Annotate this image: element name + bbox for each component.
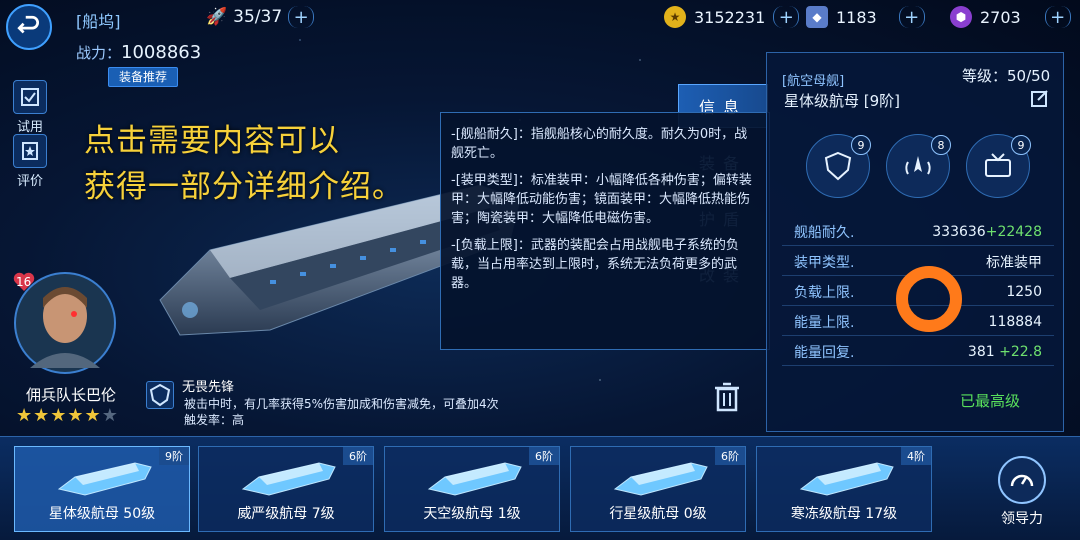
gold-value: 3152231 [694, 7, 766, 27]
stat-value: 333636 [932, 223, 986, 240]
fleet-tier: 6阶 [343, 447, 373, 465]
fleet-tier: 9阶 [159, 447, 189, 465]
stars-empty: ★ [101, 405, 119, 426]
add-crystal-button[interactable]: + [898, 6, 925, 28]
fleet-card[interactable]: 6阶行星级航母 0级 [570, 446, 746, 532]
fleet-ship-name: 寒冻级航母 17级 [790, 506, 898, 522]
leadership-label: 领导力 [1001, 511, 1043, 527]
checkbox-icon [13, 80, 47, 114]
captain-skill-name: 无畏先锋 [182, 380, 235, 395]
fleet-ship-name: 天空级航母 1级 [423, 506, 521, 522]
add-ship-slot-button[interactable]: + [288, 6, 315, 28]
skill-tv[interactable]: 9 [966, 134, 1031, 198]
trial-button[interactable]: 试用 [8, 80, 52, 135]
info-tooltip: -[舰船耐久]：指舰船核心的耐久度。耐久为0时，战舰死亡。 -[装甲类型]：标准… [440, 112, 770, 350]
captain-skill-rate: 触发率：高 [184, 413, 245, 427]
stars-filled: ★★★★★ [16, 405, 102, 426]
trash-icon[interactable] [712, 380, 742, 412]
power-display: 战力：1008863 [76, 42, 201, 63]
skill-badge: 8 [931, 135, 951, 155]
speedometer-icon [998, 456, 1046, 504]
captain-skill-desc: 被击中时，有几率获得5%伤害加成和伤害减免，可叠加4次 [184, 397, 499, 411]
rocket-icon: 🚀 [206, 7, 228, 27]
stat-key: 舰船耐久. [794, 224, 855, 241]
stat-value: 118884 [988, 313, 1042, 330]
back-button[interactable] [6, 4, 52, 50]
fleet-ship-name: 行星级航母 0级 [609, 506, 707, 522]
gem-icon: ⬢ [950, 6, 972, 28]
fleet-ship-name: 星体级航母 50级 [48, 506, 156, 522]
tutorial-line-1: 点击需要内容可以 [84, 123, 340, 159]
gold-coin-icon: ★ [664, 6, 686, 28]
add-gem-button[interactable]: + [1044, 6, 1071, 28]
stat-value: 381 [967, 343, 995, 360]
gem-value: 2703 [980, 7, 1021, 27]
stat-value: 1250 [1006, 283, 1042, 300]
fleet-card[interactable]: 4阶寒冻级航母 17级 [756, 446, 932, 532]
ship-count: 🚀 35/37 + [206, 6, 315, 28]
tutorial-text: 点击需要内容可以 获得一部分详细介绍。 [84, 118, 404, 210]
skill-badge: 9 [851, 135, 871, 155]
power-value: 1008863 [121, 42, 202, 63]
equipment-recommend-button[interactable]: 装备推荐 [108, 67, 178, 87]
stat-key: 负载上限. [794, 284, 855, 301]
captain-skill-info: 无畏先锋 被击中时，有几率获得5%伤害加成和伤害减免，可叠加4次 触发率：高 [150, 380, 510, 428]
captain-name: 佣兵队长巴伦 [26, 386, 117, 404]
tap-highlight-ring [896, 266, 962, 332]
review-label: 评价 [16, 174, 43, 189]
fleet-card[interactable]: 9阶星体级航母 50级 [14, 446, 190, 532]
fleet-tier: 4阶 [901, 447, 931, 465]
fleet-ship-icon [241, 462, 336, 496]
trial-label: 试用 [16, 120, 43, 135]
edit-icon[interactable] [1030, 88, 1050, 108]
stat-row-energy-regen[interactable]: 能量回复. 381 +22.8 [782, 338, 1054, 366]
power-label: 战力： [76, 44, 122, 62]
gem-resource: ⬢ 2703 + [950, 6, 1071, 28]
captain-level-badge: 16 [12, 270, 36, 294]
stat-key: 能量上限. [794, 314, 855, 331]
tv-skill-icon [985, 153, 1011, 177]
add-gold-button[interactable]: + [773, 6, 800, 28]
fleet-tier: 6阶 [529, 447, 559, 465]
review-button[interactable]: 评价 [8, 134, 52, 189]
ship-type: [航空母舰] [782, 74, 845, 89]
gold-resource: ★ 3152231 + [664, 6, 800, 28]
review-icon [13, 134, 47, 168]
stat-key: 装甲类型. [794, 254, 855, 271]
skill-shield[interactable]: 9 [806, 134, 871, 198]
back-arrow-icon [17, 15, 39, 34]
crystal-value: 1183 [836, 7, 877, 27]
crystal-icon: ◆ [806, 6, 828, 28]
fleet-ship-icon [57, 462, 152, 496]
skill-badge: 9 [1011, 135, 1031, 155]
tooltip-load: -[负载上限]：武器的装配会占用战舰电子系统的负载，当占用率达到上限时，系统无法… [451, 238, 739, 291]
captain-stars: ★★★★★★ [16, 405, 119, 426]
fleet-ship-icon [799, 462, 894, 496]
tutorial-line-2: 获得一部分详细介绍。 [84, 169, 404, 205]
leadership-button[interactable]: 领导力 [974, 452, 1070, 532]
stat-value: 标准装甲 [986, 254, 1042, 271]
crystal-resource: ◆ 1183 + [806, 6, 925, 28]
ship-count-value: 35/37 [233, 7, 283, 27]
fleet-card[interactable]: 6阶威严级航母 7级 [198, 446, 374, 532]
tooltip-durability: -[舰船耐久]：指舰船核心的耐久度。耐久为0时，战舰死亡。 [451, 127, 748, 161]
shield-skill-icon [824, 151, 852, 181]
skill-fighter[interactable]: 8 [886, 134, 951, 198]
fleet-card[interactable]: 6阶天空级航母 1级 [384, 446, 560, 532]
fleet-ship-name: 威严级航母 7级 [237, 506, 335, 522]
stat-bonus: +22.8 [999, 343, 1042, 360]
ship-name: 星体级航母 [9阶] [784, 92, 901, 110]
fleet-tier: 6阶 [715, 447, 745, 465]
captain-level: 16 [16, 275, 32, 289]
max-level-label: 已最高级 [960, 392, 1021, 410]
stat-row-durability[interactable]: 舰船耐久. 333636+22428 [782, 218, 1054, 246]
stat-key: 能量回复. [794, 344, 855, 361]
ship-level: 等级：50/50 [962, 67, 1051, 85]
fighter-skill-icon [905, 156, 931, 175]
stat-bonus: +22428 [985, 223, 1042, 240]
fleet-ship-icon [613, 462, 708, 496]
tooltip-armor: -[装甲类型]：标准装甲：小幅降低各种伤害；偏转装甲：大幅降低动能伤害；镜面装甲… [451, 173, 752, 226]
fleet-ship-icon [427, 462, 522, 496]
page-title: [船坞] [76, 12, 121, 31]
